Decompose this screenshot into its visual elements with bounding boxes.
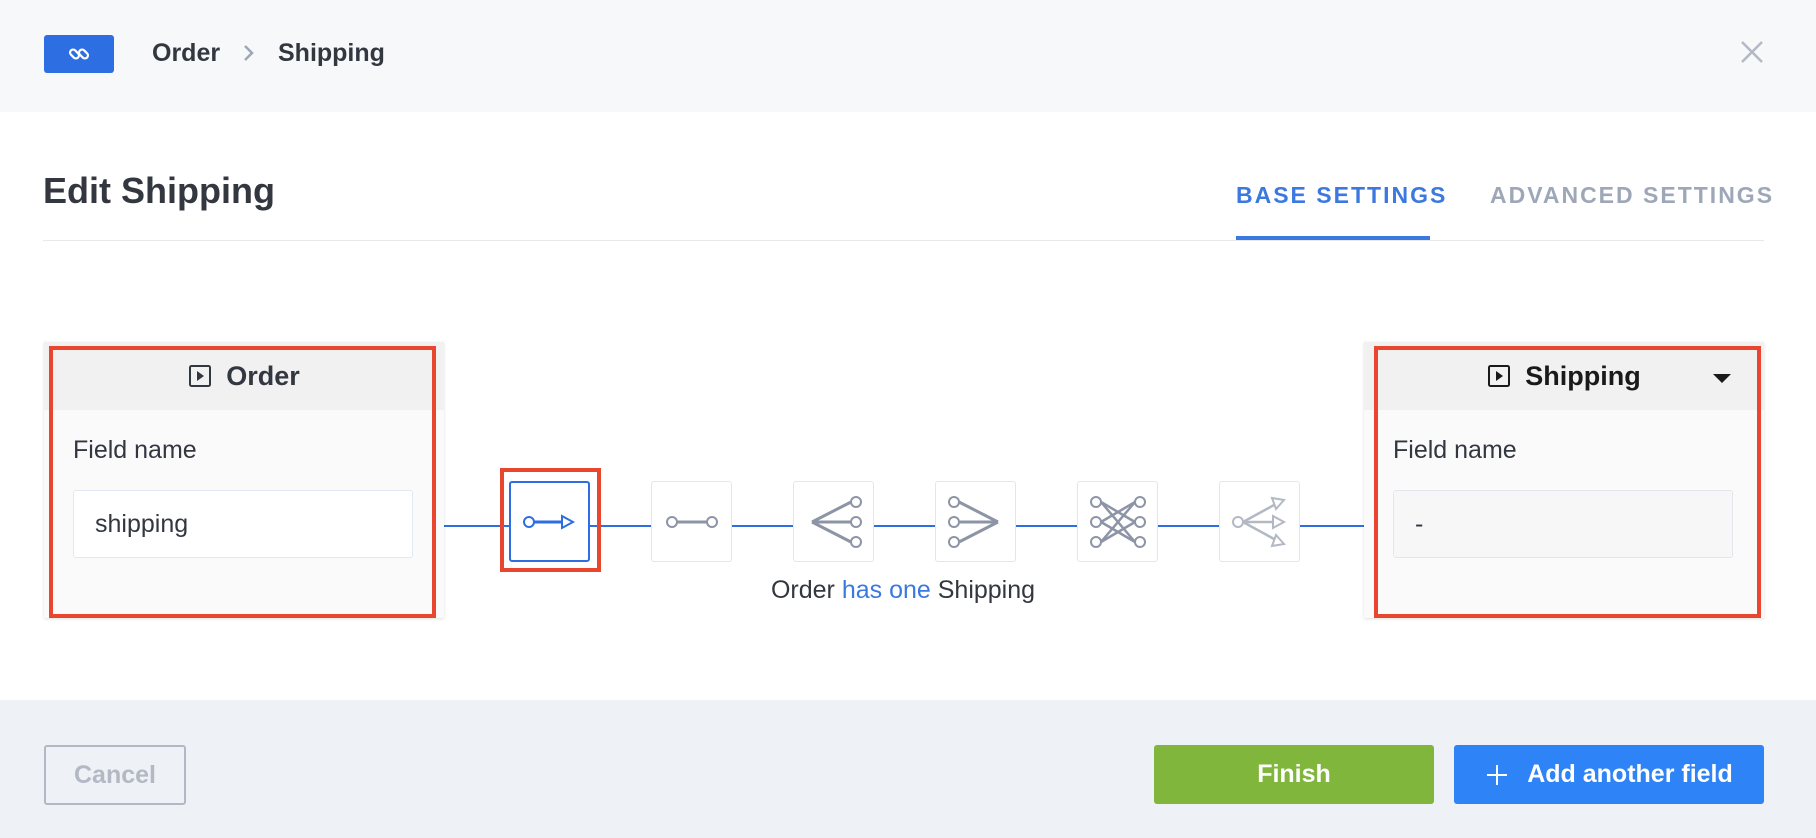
relation-one-to-many-button[interactable] <box>793 481 874 562</box>
source-field-label: Field name <box>73 436 197 464</box>
header-divider <box>43 240 1764 241</box>
caret-down-icon[interactable] <box>1713 374 1731 383</box>
source-card-header: Order <box>44 342 444 410</box>
relation-target-name: Shipping <box>937 576 1036 604</box>
relation-many-to-one-button[interactable] <box>935 481 1016 562</box>
add-another-field-button[interactable]: Add another field <box>1454 745 1764 804</box>
target-field-label: Field name <box>1393 436 1517 464</box>
relation-many-to-many-button[interactable] <box>1077 481 1158 562</box>
breadcrumb-source[interactable]: Order <box>152 36 220 70</box>
relation-description: Order has one Shipping <box>0 576 1806 605</box>
target-collection-title: Shipping <box>1525 360 1641 391</box>
finish-button[interactable]: Finish <box>1154 745 1434 804</box>
relation-type-text: has one <box>841 576 931 604</box>
many-to-one-relation-icon <box>947 495 999 548</box>
cancel-button[interactable]: Cancel <box>44 745 186 805</box>
relation-one-to-one-button[interactable] <box>651 481 732 562</box>
link-badge <box>44 35 114 73</box>
source-field-name-input[interactable]: shipping <box>73 490 413 558</box>
one-to-one-relation-icon <box>665 515 718 528</box>
many-way-relation-icon <box>1231 496 1286 547</box>
tab-base-settings[interactable]: BASE SETTINGS <box>1236 182 1447 209</box>
page-title: Edit Shipping <box>43 170 275 211</box>
modal-header: Order Shipping <box>0 0 1816 112</box>
collection-type-icon <box>189 365 212 387</box>
add-another-field-label: Add another field <box>1527 760 1733 788</box>
source-collection-title: Order <box>226 360 300 391</box>
target-card-header[interactable]: Shipping <box>1364 342 1764 410</box>
collection-type-icon <box>1488 365 1511 387</box>
one-to-many-relation-icon <box>810 495 862 548</box>
relation-source-name: Order <box>770 576 835 604</box>
link-icon <box>68 48 90 60</box>
chevron-right-icon <box>244 45 254 61</box>
close-icon[interactable] <box>1738 38 1766 66</box>
relation-many-way-button[interactable] <box>1219 481 1300 562</box>
plus-icon <box>1487 764 1508 785</box>
breadcrumb-target: Shipping <box>278 39 385 67</box>
one-way-relation-icon <box>522 513 575 530</box>
tab-advanced-settings[interactable]: ADVANCED SETTINGS <box>1490 182 1774 209</box>
target-field-name-input: - <box>1393 490 1733 558</box>
relation-one-way-button[interactable] <box>509 481 590 562</box>
many-to-many-relation-icon <box>1089 495 1146 548</box>
